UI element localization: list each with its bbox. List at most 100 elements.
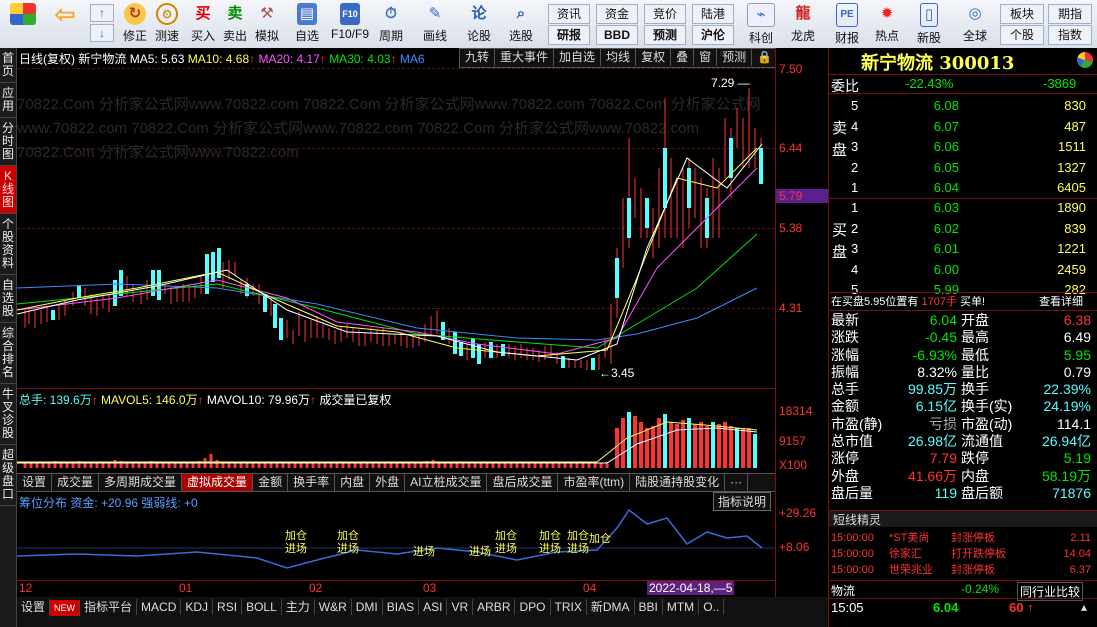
btab-indicator-platform[interactable]: 指标平台	[80, 599, 138, 615]
period-button[interactable]: ⏱ 周期	[374, 2, 408, 46]
btab-rsi[interactable]: RSI	[213, 599, 243, 615]
btab-macd[interactable]: MACD	[137, 599, 182, 615]
f10-button[interactable]: F10 F10/F9	[330, 2, 370, 46]
forecast-button[interactable]: 预测	[644, 25, 686, 45]
up-arrow-button[interactable]: ↑	[90, 4, 114, 22]
lugang-button[interactable]: 陆港	[692, 4, 734, 24]
star-market-button[interactable]: ⌁ 科创	[744, 2, 778, 46]
btab-mtm[interactable]: MTM	[663, 599, 700, 615]
bid-row[interactable]: 1 6.03 1890	[829, 198, 1097, 219]
btab-wr[interactable]: W&R	[315, 599, 352, 615]
info-button[interactable]: 资讯	[548, 4, 590, 24]
stock-picker-button[interactable]: ⌕ 选股	[504, 2, 538, 46]
vtab-northbound[interactable]: 陆股通持股变化	[630, 474, 726, 491]
btab-trix[interactable]: TRIX	[551, 599, 587, 615]
tick-time: 15:05	[831, 600, 864, 615]
research-button[interactable]: 研报	[548, 25, 590, 45]
ask-row[interactable]: 5 6.08 830	[829, 96, 1097, 117]
nav-home[interactable]: 首页	[0, 48, 16, 83]
watchlist-button[interactable]: ▤ 自选	[290, 2, 324, 46]
vtab-inner[interactable]: 内盘	[335, 474, 371, 491]
back-arrow-icon: ⇦	[54, 0, 76, 29]
news-row[interactable]: 15:00:00 徐家汇 打开跌停板 14.04	[831, 546, 1095, 562]
btab-bias[interactable]: BIAS	[383, 599, 420, 615]
back-button[interactable]: ⇦	[48, 0, 82, 46]
auction-button[interactable]: 竞价	[644, 4, 686, 24]
ask-list: 5 6.08 830 4 6.07 487 3 6.06 1511 2 6.05 1327 16…	[829, 96, 1097, 199]
nav-orderbook[interactable]: 超级盘口	[0, 445, 16, 506]
dragon-tiger-button[interactable]: 龍龙虎	[786, 2, 820, 46]
index-button[interactable]: 指数	[1048, 25, 1092, 45]
kline-chart-area[interactable]: 日线(复权) 新宁物流 MA5: 5.63 MA10: 4.68↑ MA20: …	[17, 48, 775, 597]
vtab-settings[interactable]: 设置	[17, 474, 53, 491]
volume-tab-bar: 设置 成交量 多周期成交量 虚拟成交量 金额 换手率 内盘 外盘 AI立桩成交量 盘后成交量 市盈率…	[17, 473, 775, 492]
btab-main-force[interactable]: 主力	[282, 599, 315, 615]
stock-button[interactable]: 个股	[1000, 25, 1044, 45]
bid-row[interactable]: 4 6.00 2459	[829, 260, 1097, 281]
btab-new-dma[interactable]: 新DMA	[587, 599, 635, 615]
vtab-outer[interactable]: 外盘	[370, 474, 406, 491]
simulate-button[interactable]: ⚒ 模拟	[250, 2, 284, 46]
bid-row[interactable]: 2 6.02 839	[829, 219, 1097, 240]
futures-button[interactable]: 期指	[1048, 4, 1092, 24]
btab-boll[interactable]: BOLL	[242, 599, 282, 615]
ask-row[interactable]: 4 6.07 487	[829, 117, 1097, 138]
btab-vr[interactable]: VR	[447, 599, 474, 615]
funds-button[interactable]: 资金	[596, 4, 638, 24]
discuss-button[interactable]: 论论股	[462, 2, 496, 46]
btab-arbr[interactable]: ARBR	[473, 599, 516, 615]
nav-watchlist[interactable]: 自选股	[0, 275, 16, 323]
vtab-more[interactable]: ···	[725, 474, 749, 491]
btab-asi[interactable]: ASI	[419, 599, 448, 615]
pie-icon[interactable]	[1077, 52, 1093, 68]
nav-apps[interactable]: 应用	[0, 83, 16, 118]
news-row[interactable]: 15:00:00 *ST美尚 封涨停板 2.11	[831, 530, 1095, 546]
ask-row[interactable]: 2 6.05 1327	[829, 158, 1097, 179]
btab-bbi[interactable]: BBI	[635, 599, 663, 615]
divider	[829, 93, 1097, 94]
speed-test-button[interactable]: ⏲ 测速	[150, 2, 184, 46]
vtab-turnover[interactable]: 换手率	[288, 474, 336, 491]
down-arrow-button[interactable]: ↓	[90, 24, 114, 42]
buy-button[interactable]: 买买入	[186, 2, 220, 46]
vtab-amount[interactable]: 金额	[253, 474, 289, 491]
stats-table: 最新 6.04 开盘 6.38 涨跌 -0.45 最高 6.49 涨幅 -6.93% 最低 5.9…	[831, 312, 1095, 502]
vtab-after-hours[interactable]: 盘后成交量	[487, 474, 559, 491]
bid-row[interactable]: 3 6.01 1221	[829, 239, 1097, 260]
news-row[interactable]: 15:00:00 世荣兆业 封涨停板 6.37	[831, 562, 1095, 578]
vtab-ai-volume[interactable]: AI立桩成交量	[405, 474, 488, 491]
vtab-volume[interactable]: 成交量	[52, 474, 100, 491]
new-stock-button[interactable]: ▯ 新股	[912, 2, 946, 46]
nav-kline[interactable]: K线图	[0, 166, 16, 214]
draw-line-button[interactable]: ✎ 画线	[418, 2, 452, 46]
vtab-pe-ttm[interactable]: 市盈率(ttm)	[558, 474, 631, 491]
nav-ranking[interactable]: 综合排名	[0, 323, 16, 384]
vtab-virtual-volume[interactable]: 虚拟成交量	[182, 474, 254, 491]
btab-kdj[interactable]: KDJ	[181, 599, 214, 615]
app-logo-button[interactable]	[6, 2, 40, 46]
btab-dpo[interactable]: DPO	[515, 599, 551, 615]
candles-right	[610, 88, 763, 364]
sell-button[interactable]: 卖卖出	[218, 2, 252, 46]
view-detail-link[interactable]: 查看详细	[1039, 293, 1083, 309]
ask-row[interactable]: 3 6.06 1511	[829, 137, 1097, 158]
scroll-up-icon[interactable]: ▴	[1081, 600, 1087, 614]
news-title[interactable]: 短线精灵	[829, 511, 1097, 527]
btab-more[interactable]: O..	[699, 599, 725, 615]
stat-row: 涨幅 -6.93% 最低 5.95	[831, 346, 1091, 363]
correct-button[interactable]: ↻ 修正	[118, 2, 152, 46]
report-button[interactable]: PE 财报	[830, 2, 864, 46]
ask-row[interactable]: 1 6.04 6405	[829, 178, 1097, 199]
bbd-button[interactable]: BBD	[596, 25, 638, 45]
btab-dmi[interactable]: DMI	[352, 599, 383, 615]
sector-button[interactable]: 板块	[1000, 4, 1044, 24]
nav-profile[interactable]: 个股资料	[0, 214, 16, 275]
nav-intraday[interactable]: 分时图	[0, 118, 16, 166]
vtab-multi-period[interactable]: 多周期成交量	[99, 474, 183, 491]
hotspot-button[interactable]: ✹ 热点	[870, 2, 904, 46]
volume-bars	[17, 412, 758, 468]
globe-button[interactable]: ◎ 全球	[958, 2, 992, 46]
hugang-button[interactable]: 沪伦	[692, 25, 734, 45]
btab-settings[interactable]: 设置	[17, 599, 51, 615]
nav-diagnosis[interactable]: 牛叉诊股	[0, 384, 16, 445]
